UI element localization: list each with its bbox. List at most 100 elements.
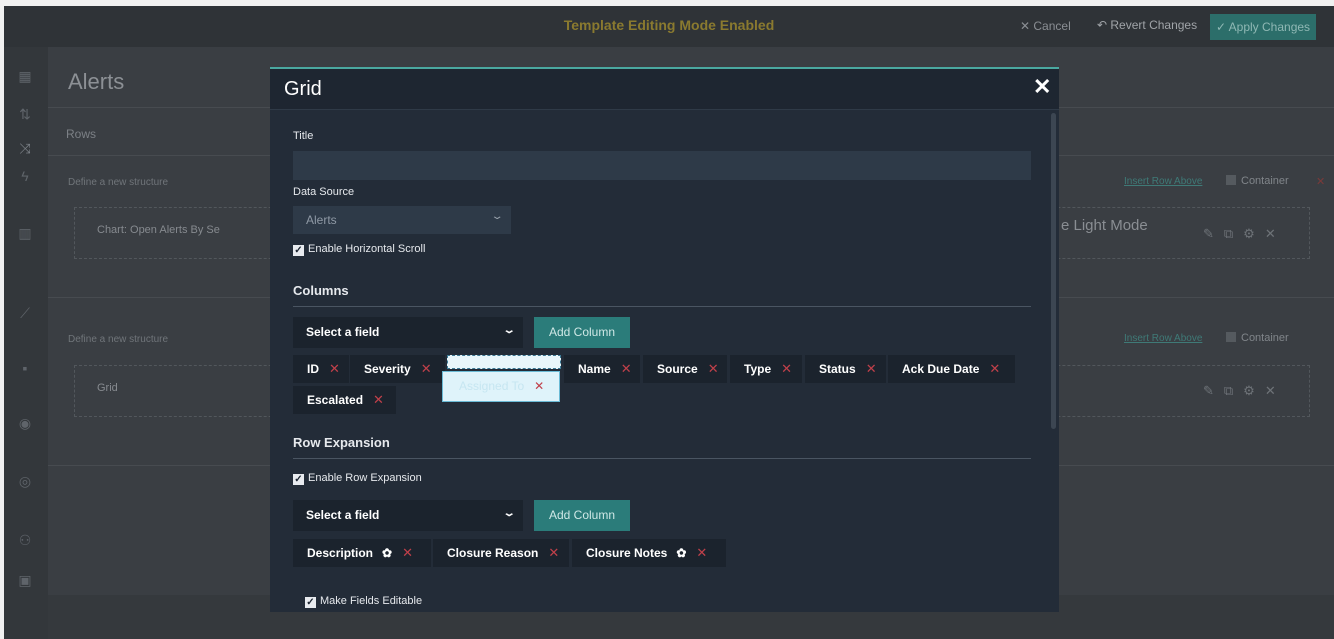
users-icon[interactable]: ⚇ bbox=[16, 531, 34, 549]
remove-icon[interactable]: ✕ bbox=[696, 545, 707, 560]
remove-icon[interactable]: ✕ bbox=[421, 361, 432, 376]
remove-icon[interactable]: ✕ bbox=[781, 361, 792, 376]
line-chart-icon[interactable]: ⟋ bbox=[16, 304, 34, 322]
remove-icon[interactable]: ✕ bbox=[621, 361, 632, 376]
remove-icon[interactable]: ✕ bbox=[708, 361, 719, 376]
check-icon[interactable]: ✓ bbox=[305, 597, 316, 608]
enable-row-expansion-label: Enable Row Expansion bbox=[308, 472, 422, 484]
title-label: Title bbox=[293, 130, 314, 142]
chevron-down-icon: ⌄ bbox=[490, 211, 504, 222]
circle-up-icon[interactable]: ◉ bbox=[16, 414, 34, 432]
briefcase-icon[interactable]: ▥ bbox=[16, 224, 34, 242]
gear-icon[interactable]: ✿ bbox=[382, 539, 392, 567]
chevron-down-icon: ⌄ bbox=[502, 325, 516, 336]
chip-label: Description bbox=[307, 546, 374, 560]
rows-label: Rows bbox=[66, 127, 97, 141]
remove-icon[interactable]: ✕ bbox=[402, 545, 413, 560]
column-chip-source[interactable]: Source ✕ bbox=[643, 355, 727, 383]
column-field-select-label: Select a field bbox=[306, 325, 380, 339]
expansion-chip-closure-reason[interactable]: Closure Reason ✕ bbox=[433, 539, 569, 567]
bolt-icon[interactable]: ϟ bbox=[16, 167, 34, 185]
check-icon[interactable]: ✓ bbox=[293, 245, 304, 256]
close-icon[interactable]: ✕ bbox=[1033, 74, 1051, 100]
chip-label: Source bbox=[657, 362, 698, 376]
data-source-select[interactable]: Alerts ⌄ bbox=[293, 206, 511, 234]
apply-changes-button[interactable]: ✓ Apply Changes bbox=[1210, 14, 1316, 40]
row-tools-icon[interactable]: ✎⧉⚙✕ bbox=[1203, 226, 1286, 242]
shuffle-icon[interactable]: ⤨ bbox=[16, 139, 34, 157]
check-icon[interactable]: ✓ bbox=[293, 474, 304, 485]
row-item-label: Chart: Open Alerts By Se bbox=[97, 224, 220, 236]
light-mode-label: e Light Mode bbox=[1061, 217, 1148, 234]
remove-icon[interactable]: ✕ bbox=[329, 361, 340, 376]
enable-horizontal-scroll-label: Enable Horizontal Scroll bbox=[308, 243, 426, 255]
chip-label: Closure Notes bbox=[586, 546, 668, 560]
cancel-button[interactable]: ✕ Cancel bbox=[1020, 19, 1071, 33]
chip-label: Name bbox=[578, 362, 611, 376]
row-expansion-heading: Row Expansion bbox=[293, 435, 390, 450]
data-source-value: Alerts bbox=[306, 213, 337, 227]
column-chip-name[interactable]: Name ✕ bbox=[564, 355, 640, 383]
chip-label: Status bbox=[819, 362, 856, 376]
remove-row-icon[interactable]: ✕ bbox=[1316, 175, 1325, 188]
grid-settings-modal: Grid ✕ Title Data Source Alerts ⌄ ✓ Enabl… bbox=[270, 67, 1059, 612]
chevron-down-icon: ⌄ bbox=[502, 508, 516, 519]
add-column-button[interactable]: Add Column bbox=[534, 317, 630, 348]
section-divider bbox=[293, 306, 1031, 307]
modal-header: Grid ✕ bbox=[270, 69, 1059, 110]
expansion-field-select-label: Select a field bbox=[306, 508, 380, 522]
chip-label: ID bbox=[307, 362, 319, 376]
chip-label: Ack Due Date bbox=[902, 362, 980, 376]
make-fields-editable-label: Make Fields Editable bbox=[320, 595, 423, 607]
define-structure-label: Define a new structure bbox=[68, 334, 169, 345]
row-tools-icon[interactable]: ✎⧉⚙✕ bbox=[1203, 383, 1286, 399]
gear-icon[interactable]: ✿ bbox=[676, 539, 686, 567]
add-expansion-column-button[interactable]: Add Column bbox=[534, 500, 630, 531]
remove-icon[interactable]: ✕ bbox=[866, 361, 877, 376]
container-checkbox[interactable]: Container bbox=[1226, 175, 1289, 187]
column-chip-type[interactable]: Type ✕ bbox=[730, 355, 802, 383]
sort-icon[interactable]: ⇅ bbox=[16, 105, 34, 123]
scrollbar[interactable] bbox=[1051, 113, 1056, 429]
left-nav: ▦ ⇅ ⤨ ϟ ▥ ⟋ ▪ ◉ ◎ ⚇ ▣ bbox=[4, 47, 48, 639]
column-chip-escalated[interactable]: Escalated ✕ bbox=[293, 386, 396, 414]
dashboard-icon[interactable]: ▦ bbox=[16, 67, 34, 85]
chip-label: Closure Reason bbox=[447, 546, 539, 560]
container-checkbox[interactable]: Container bbox=[1226, 332, 1289, 344]
modal-title: Grid bbox=[284, 78, 322, 100]
define-structure-label: Define a new structure bbox=[68, 177, 169, 188]
chip-label: Severity bbox=[364, 362, 411, 376]
remove-icon[interactable]: ✕ bbox=[989, 361, 1000, 376]
expansion-chip-description[interactable]: Description ✿ ✕ bbox=[293, 539, 431, 567]
drop-placeholder bbox=[447, 355, 561, 369]
revert-changes-button[interactable]: ↶ Revert Changes bbox=[1097, 18, 1197, 32]
column-chip-status[interactable]: Status ✕ bbox=[805, 355, 886, 383]
expansion-field-select[interactable]: Select a field ⌄ bbox=[293, 500, 523, 531]
insert-row-above-link[interactable]: Insert Row Above bbox=[1124, 176, 1202, 187]
title-input[interactable] bbox=[293, 151, 1031, 180]
chip-label: Type bbox=[744, 362, 772, 376]
trash-icon[interactable]: ▣ bbox=[16, 571, 34, 589]
make-fields-editable-checkbox[interactable]: ✓ Make Fields Editable bbox=[305, 595, 422, 608]
column-chip-ack-due-date[interactable]: Ack Due Date ✕ bbox=[888, 355, 1015, 383]
expansion-chip-closure-notes[interactable]: Closure Notes ✿ ✕ bbox=[572, 539, 726, 567]
apps-icon[interactable]: ▪ bbox=[16, 359, 34, 377]
column-chip-severity[interactable]: Severity ✕ bbox=[350, 355, 445, 383]
chip-label: Escalated bbox=[307, 393, 364, 407]
insert-row-above-link[interactable]: Insert Row Above bbox=[1124, 333, 1202, 344]
column-chip-id[interactable]: ID ✕ bbox=[293, 355, 349, 383]
dragging-column-chip[interactable]: Assigned To ✕ bbox=[442, 371, 560, 402]
enable-row-expansion-checkbox[interactable]: ✓ Enable Row Expansion bbox=[293, 472, 422, 485]
section-divider bbox=[293, 458, 1031, 459]
page-title: Alerts bbox=[68, 69, 125, 94]
column-field-select[interactable]: Select a field ⌄ bbox=[293, 317, 523, 348]
remove-icon[interactable]: ✕ bbox=[548, 545, 559, 560]
globe-icon[interactable]: ◎ bbox=[16, 472, 34, 490]
remove-icon[interactable]: ✕ bbox=[373, 392, 384, 407]
row-item-label: Grid bbox=[97, 382, 118, 394]
remove-icon[interactable]: ✕ bbox=[534, 379, 544, 393]
template-mode-bar: Template Editing Mode Enabled ✕ Cancel ↶… bbox=[4, 6, 1334, 47]
columns-heading: Columns bbox=[293, 283, 349, 298]
data-source-label: Data Source bbox=[293, 186, 355, 198]
enable-horizontal-scroll-checkbox[interactable]: ✓ Enable Horizontal Scroll bbox=[293, 243, 425, 256]
